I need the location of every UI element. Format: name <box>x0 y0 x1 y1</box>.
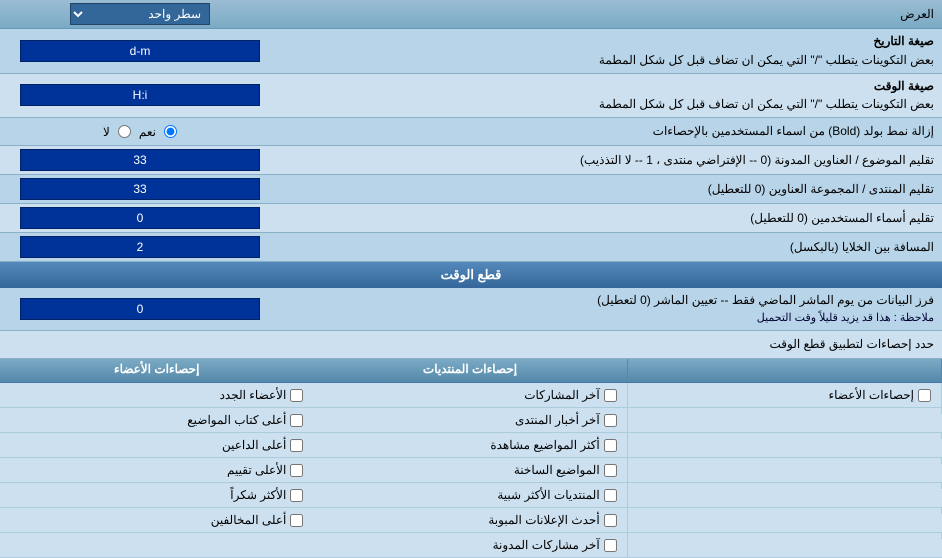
date-format-input[interactable] <box>20 40 260 62</box>
col2-header: إحصاءات المنتديات <box>313 359 627 382</box>
filter-label: فرز البيانات من يوم الماشر الماضي فقط --… <box>280 288 942 330</box>
forum-order-input[interactable] <box>20 178 260 200</box>
col3-cb-0[interactable] <box>918 389 931 402</box>
col1-cb-5[interactable] <box>290 514 303 527</box>
col1-item-2: أعلى الداعين <box>0 433 313 457</box>
cell-spacing-input[interactable] <box>20 236 260 258</box>
forum-order-label: تقليم المنتدى / المجموعة العناوين (0 للت… <box>280 177 942 202</box>
topics-order-label: تقليم الموضوع / العناوين المدونة (0 -- ا… <box>280 148 942 173</box>
col2-cb-1[interactable] <box>604 414 617 427</box>
col2-item-1: آخر أخبار المنتدى <box>313 408 627 432</box>
col2-cb-5[interactable] <box>604 514 617 527</box>
col1-item-3: الأعلى تقييم <box>0 458 313 482</box>
stats-label: حدد إحصاءات لتطبيق قطع الوقت <box>280 332 942 357</box>
col3-item-0: إحصاءات الأعضاء <box>628 383 942 407</box>
col1-item-4: الأكثر شكراً <box>0 483 313 507</box>
col1-cb-1[interactable] <box>290 414 303 427</box>
bold-remove-yes-radio[interactable] <box>164 125 177 138</box>
time-format-label: صيغة الوقت بعض التكوينات يتطلب "/" التي … <box>280 74 942 118</box>
display-select[interactable]: سطر واحد سطرين ثلاثة أسطر <box>70 3 210 25</box>
col1-header: إحصاءات الأعضاء <box>0 359 313 382</box>
cell-spacing-label: المسافة بين الخلايا (بالبكسل) <box>280 235 942 260</box>
col1-cb-4[interactable] <box>290 489 303 502</box>
col1-item-5: أعلى المخالفين <box>0 508 313 532</box>
col3-item-3 <box>628 458 942 464</box>
col2-cb-2[interactable] <box>604 439 617 452</box>
col2-item-6: آخر مشاركات المدونة <box>313 533 627 557</box>
col2-cb-3[interactable] <box>604 464 617 477</box>
col1-cb-0[interactable] <box>290 389 303 402</box>
cut-time-section-header: قطع الوقت <box>0 262 942 288</box>
col1-cb-2[interactable] <box>290 439 303 452</box>
col2-item-3: المواضيع الساخنة <box>313 458 627 482</box>
col3-item-1 <box>628 408 942 414</box>
col3-header <box>628 359 942 382</box>
bold-remove-radio-group: نعم لا <box>103 125 177 139</box>
col3-item-4 <box>628 483 942 489</box>
col1-item-0: الأعضاء الجدد <box>0 383 313 407</box>
usernames-trim-input[interactable] <box>20 207 260 229</box>
col2-cb-0[interactable] <box>604 389 617 402</box>
topics-order-input[interactable] <box>20 149 260 171</box>
col3-item-5 <box>628 508 942 514</box>
col3-item-6 <box>628 533 942 539</box>
col2-item-4: المنتديات الأكثر شبية <box>313 483 627 507</box>
col2-item-0: آخر المشاركات <box>313 383 627 407</box>
col1-item-6 <box>0 533 313 539</box>
col1-cb-3[interactable] <box>290 464 303 477</box>
display-label: العرض <box>280 3 942 25</box>
col3-item-2 <box>628 433 942 439</box>
usernames-trim-label: تقليم أسماء المستخدمين (0 للتعطيل) <box>280 206 942 231</box>
col2-item-5: أحدث الإعلانات المبوبة <box>313 508 627 532</box>
col2-cb-6[interactable] <box>604 539 617 552</box>
time-format-input[interactable] <box>20 84 260 106</box>
date-format-label: صيغة التاريخ بعض التكوينات يتطلب "/" الت… <box>280 29 942 73</box>
filter-input[interactable] <box>20 298 260 320</box>
bold-remove-no-radio[interactable] <box>118 125 131 138</box>
col2-item-2: أكثر المواضيع مشاهدة <box>313 433 627 457</box>
col2-cb-4[interactable] <box>604 489 617 502</box>
bold-remove-label: إزالة نمط بولد (Bold) من اسماء المستخدمي… <box>280 119 942 144</box>
col1-item-1: أعلى كتاب المواضيع <box>0 408 313 432</box>
